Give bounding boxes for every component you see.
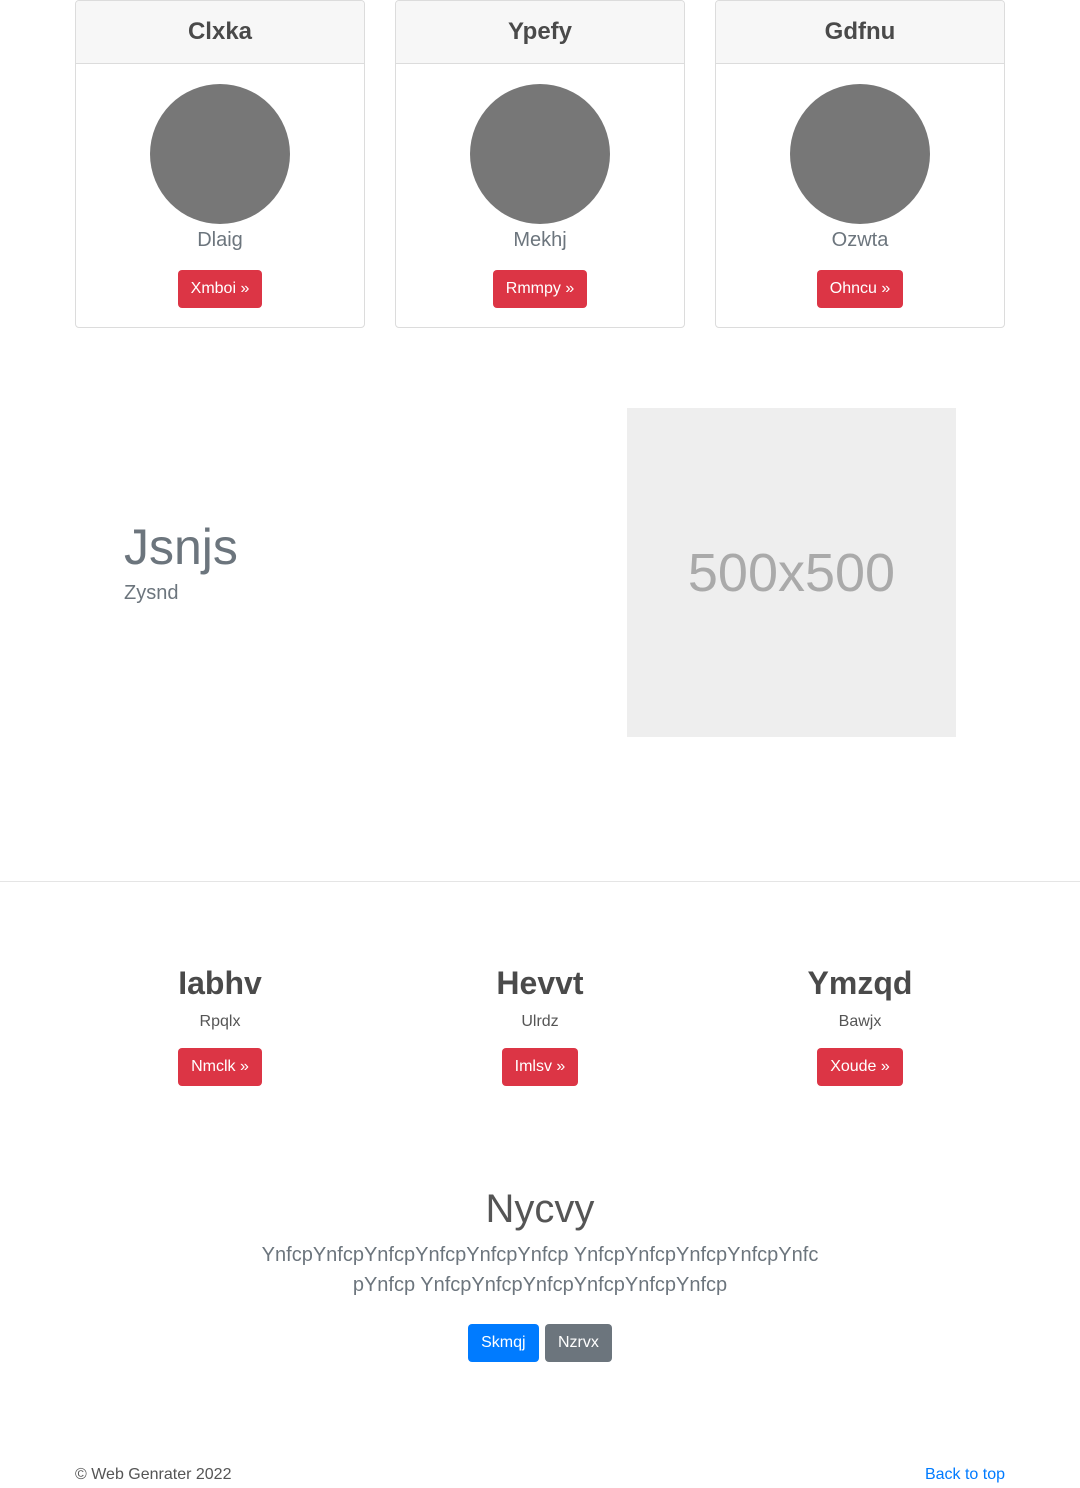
card-subtitle: Mekhj <box>513 229 567 251</box>
card-title: Clxka <box>76 1 364 64</box>
avatar <box>150 84 290 224</box>
column-title: Ymzqd <box>807 965 913 1001</box>
card-button[interactable]: Xmboi » <box>177 270 263 308</box>
card-body: Dlaig Xmboi » <box>76 64 364 327</box>
card: Clxka Dlaig Xmboi » <box>75 0 365 328</box>
section-divider <box>0 881 1080 882</box>
cta-buttons: Skmqj Nzrvx <box>0 1324 1080 1362</box>
card-title: Gdfnu <box>716 1 1004 64</box>
secondary-button[interactable]: Nzrvx <box>545 1324 612 1362</box>
column-title: Iabhv <box>178 965 262 1001</box>
avatar <box>470 84 610 224</box>
card-button[interactable]: Ohncu » <box>816 270 904 308</box>
column-subtitle: Bawjx <box>838 1013 882 1030</box>
column-button[interactable]: Imlsv » <box>501 1048 579 1086</box>
back-to-top-link[interactable]: Back to top <box>925 1466 1005 1484</box>
primary-button[interactable]: Skmqj <box>468 1324 539 1362</box>
column-subtitle: Rpqlx <box>199 1013 241 1030</box>
feature-title: Jsnjs <box>124 519 238 575</box>
column-button[interactable]: Nmclk » <box>178 1048 262 1086</box>
cta-text: YnfcpYnfcpYnfcpYnfcpYnfcpYnfcp YnfcpYnfc… <box>261 1244 819 1296</box>
card-title: Ypefy <box>396 1 684 64</box>
card-subtitle: Dlaig <box>197 229 243 251</box>
card-subtitle: Ozwta <box>831 229 889 251</box>
column-subtitle: Ulrdz <box>521 1013 559 1030</box>
cta-title: Nycvy <box>485 1187 595 1231</box>
card: Gdfnu Ozwta Ohncu » <box>715 0 1005 328</box>
column: Ymzqd Bawjx Xoude » <box>715 960 1005 1086</box>
avatar <box>790 84 930 224</box>
column: Hevvt Ulrdz Imlsv » <box>395 960 685 1086</box>
column: Iabhv Rpqlx Nmclk » <box>75 960 365 1086</box>
card-body: Mekhj Rmmpy » <box>396 64 684 327</box>
card: Ypefy Mekhj Rmmpy » <box>395 0 685 328</box>
cta-section: Nycvy YnfcpYnfcpYnfcpYnfcpYnfcpYnfcp Ynf… <box>0 1184 1080 1362</box>
card-button[interactable]: Rmmpy » <box>492 270 588 308</box>
cards-row: Clxka Dlaig Xmboi » Ypefy Mekhj Rmmpy » … <box>75 0 1005 328</box>
placeholder-image: 500x500 <box>627 408 956 737</box>
column-title: Hevvt <box>496 965 584 1001</box>
column-button[interactable]: Xoude » <box>817 1048 903 1086</box>
card-body: Ozwta Ohncu » <box>716 64 1004 327</box>
feature-subtitle: Zysnd <box>124 582 179 604</box>
footer-copyright: © Web Genrater 2022 <box>75 1466 232 1483</box>
